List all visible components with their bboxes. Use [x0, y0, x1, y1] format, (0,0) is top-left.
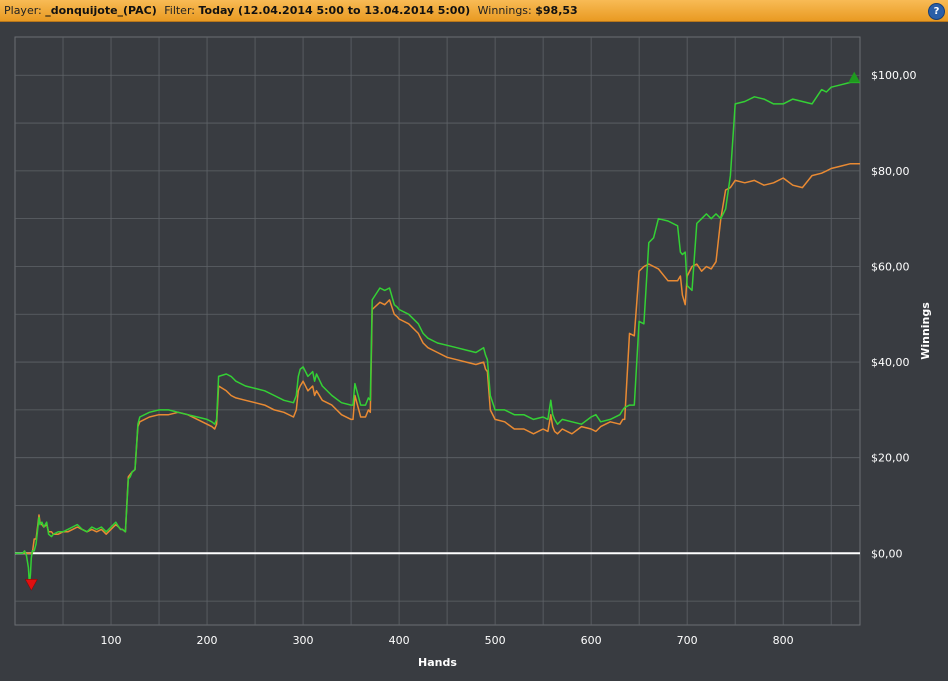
x-tick-label: 400 — [389, 634, 410, 647]
filter-value: Today (12.04.2014 5:00 to 13.04.2014 5:0… — [198, 4, 471, 17]
filter-label: Filter: — [164, 4, 195, 17]
y-tick-label: $40,00 — [871, 356, 910, 369]
x-tick-label: 100 — [101, 634, 122, 647]
x-tick-label: 300 — [293, 634, 314, 647]
x-tick-label: 200 — [197, 634, 218, 647]
x-tick-label: 500 — [485, 634, 506, 647]
x-axis-title: Hands — [418, 656, 457, 669]
winnings-label: Winnings: — [477, 4, 532, 17]
y-tick-label: $80,00 — [871, 165, 910, 178]
player-label: Player: — [4, 4, 42, 17]
y-axis-ticks: $0,00 $20,00 $40,00 $60,00 $80,00 $100,00 — [871, 69, 917, 560]
x-tick-label: 600 — [581, 634, 602, 647]
y-tick-label: $20,00 — [871, 452, 910, 465]
question-icon[interactable]: ? — [928, 3, 945, 20]
y-tick-label: $100,00 — [871, 69, 917, 82]
x-axis-ticks: 100 200 300 400 500 600 700 800 — [101, 634, 794, 647]
x-tick-label: 800 — [773, 634, 794, 647]
x-tick-label: 700 — [677, 634, 698, 647]
player-name: _donquijote_(PAC) — [45, 4, 157, 17]
winnings-value: $98,53 — [535, 4, 578, 17]
y-tick-label: $60,00 — [871, 260, 910, 273]
title-bar: Player: _donquijote_(PAC) Filter: Today … — [0, 0, 948, 22]
y-axis-title: Winnings — [919, 302, 932, 360]
winnings-chart: 100 200 300 400 500 600 700 800 $0,00 $20,00 $40,… — [14, 36, 932, 669]
y-tick-label: $0,00 — [871, 547, 903, 560]
